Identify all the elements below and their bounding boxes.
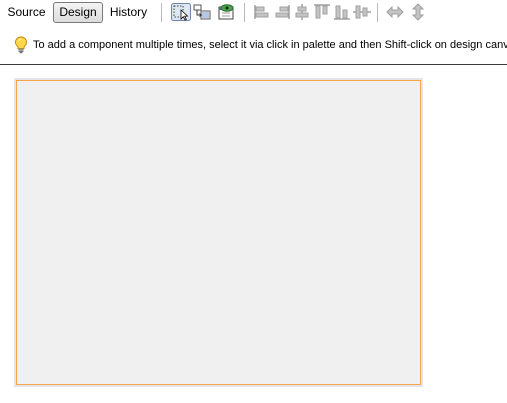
lightbulb-icon [14,36,28,54]
selection-mode-icon[interactable] [171,3,191,21]
align-top-icon[interactable] [312,3,332,21]
form-frame [14,78,423,387]
tab-design[interactable]: Design [53,2,103,23]
toolbar-separator [244,3,245,22]
form-panel[interactable] [16,80,421,385]
toolbar-separator [161,3,162,22]
align-left-icon[interactable] [252,3,272,21]
editor-toolbar: Source Design History [0,0,507,25]
tab-history[interactable]: History [106,2,151,23]
preview-design-icon[interactable] [217,3,237,21]
design-canvas[interactable] [0,65,507,403]
connection-mode-icon[interactable] [193,3,213,21]
toolbar-separator [377,3,378,22]
center-vertically-icon[interactable] [352,3,372,21]
hint-text: To add a component multiple times, selec… [33,39,507,51]
change-vertical-resizability-icon[interactable] [408,3,428,21]
align-right-icon[interactable] [272,3,292,21]
change-horizontal-resizability-icon[interactable] [385,3,405,21]
align-bottom-icon[interactable] [332,3,352,21]
tab-source[interactable]: Source [4,2,49,23]
center-horizontally-icon[interactable] [292,3,312,21]
hint-bar: To add a component multiple times, selec… [0,26,507,64]
